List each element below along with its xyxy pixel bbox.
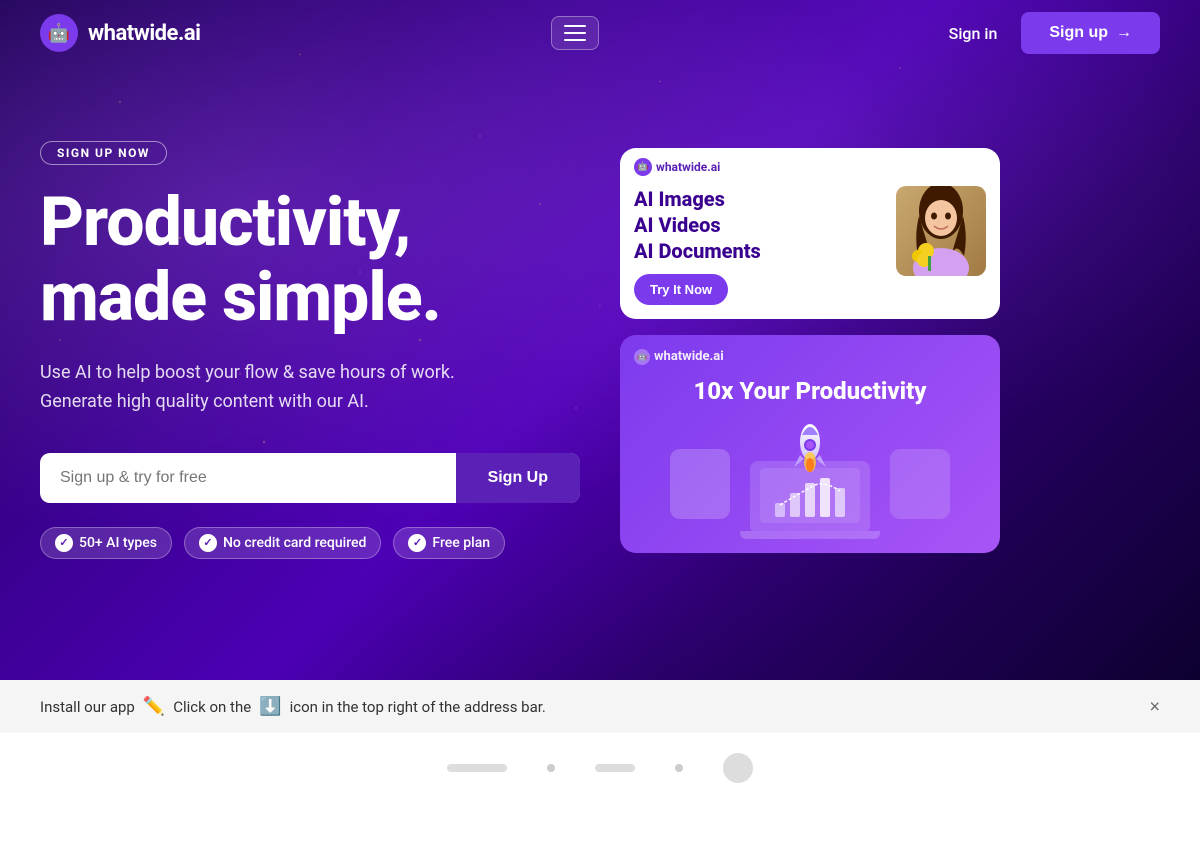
hamburger-line-2 — [564, 32, 586, 34]
laptop-base-bottom — [740, 531, 880, 539]
hero-signup-button[interactable]: Sign Up — [456, 453, 580, 503]
social-bar-3 — [723, 753, 753, 783]
bottom-social-icons — [447, 753, 753, 783]
card1-line1: AI Images AI Videos AI Documents — [634, 186, 882, 264]
pencil-icon: ✏️ — [143, 696, 165, 717]
social-bar-1 — [447, 764, 507, 772]
social-dot-1 — [547, 764, 555, 772]
ai-products-card: 🤖 whatwide.ai AI Images AI Videos AI Doc… — [620, 148, 1000, 319]
card1-image — [896, 186, 986, 276]
install-text-1: Install our app — [40, 698, 135, 716]
hamburger-line-1 — [564, 25, 586, 27]
hero-badge-free-plan: ✓ Free plan — [393, 527, 505, 559]
floating-card-right — [890, 449, 950, 519]
hero-badge-ai-types: ✓ 50+ AI types — [40, 527, 172, 559]
navbar-right: Sign in Sign up → — [949, 12, 1160, 54]
hero-input-row: Sign Up — [40, 453, 580, 503]
hamburger-line-3 — [564, 39, 586, 41]
social-dot-2 — [675, 764, 683, 772]
bar-chart-icon — [770, 473, 850, 518]
download-icon: ⬇️ — [259, 696, 281, 717]
logo-icon: 🤖 — [40, 14, 78, 52]
productivity-card: 🤖 whatwide.ai 10x Your Productivity — [620, 335, 1000, 553]
hero-content: SIGN UP NOW Productivity, made simple. U… — [40, 141, 580, 558]
signin-link[interactable]: Sign in — [949, 24, 998, 43]
bottom-hint-area — [0, 733, 1200, 853]
card2-logo: 🤖 whatwide.ai — [634, 349, 724, 365]
card2-logo-icon: 🤖 — [634, 349, 650, 365]
hero-feature-badges: ✓ 50+ AI types ✓ No credit card required… — [40, 527, 580, 559]
hero-badge-no-credit-card: ✓ No credit card required — [184, 527, 381, 559]
check-icon-1: ✓ — [55, 534, 73, 552]
navbar: 🤖 whatwide.ai Sign in Sign up → — [0, 0, 1200, 66]
card1-logo: 🤖 whatwide.ai — [634, 158, 720, 176]
hero-section: SIGN UP NOW Productivity, made simple. U… — [0, 0, 1200, 680]
logo-link[interactable]: 🤖 whatwide.ai — [40, 14, 200, 52]
hamburger-menu-button[interactable] — [551, 16, 599, 50]
hero-subtitle: Use AI to help boost your flow & save ho… — [40, 359, 580, 417]
install-banner-close-button[interactable]: × — [1149, 696, 1160, 717]
card2-title: 10x Your Productivity — [634, 377, 986, 405]
laptop-rocket-group — [740, 461, 880, 539]
floating-card-left — [670, 449, 730, 519]
brand-name: whatwide.ai — [88, 21, 200, 46]
card2-header: 🤖 whatwide.ai — [634, 349, 986, 365]
card1-text: AI Images AI Videos AI Documents Try It … — [634, 186, 882, 305]
hero-cards: 🤖 whatwide.ai AI Images AI Videos AI Doc… — [620, 148, 1000, 553]
install-text-3: icon in the top right of the address bar… — [290, 698, 546, 716]
hero-signup-input[interactable] — [40, 453, 456, 503]
rocket-icon — [790, 417, 830, 477]
install-banner: Install our app ✏️ Click on the ⬇️ icon … — [0, 680, 1200, 733]
card1-try-button[interactable]: Try It Now — [634, 274, 728, 305]
signup-nav-button[interactable]: Sign up → — [1021, 12, 1160, 54]
check-icon-2: ✓ — [199, 534, 217, 552]
install-text-2: Click on the — [173, 698, 251, 716]
card1-header: 🤖 whatwide.ai — [620, 148, 1000, 186]
card1-body: AI Images AI Videos AI Documents Try It … — [620, 186, 1000, 319]
check-icon-3: ✓ — [408, 534, 426, 552]
card2-illustration — [634, 419, 986, 539]
hero-title: Productivity, made simple. — [40, 185, 580, 335]
social-bar-2 — [595, 764, 635, 772]
hero-badge-label: SIGN UP NOW — [40, 141, 167, 165]
card1-logo-icon: 🤖 — [634, 158, 652, 176]
